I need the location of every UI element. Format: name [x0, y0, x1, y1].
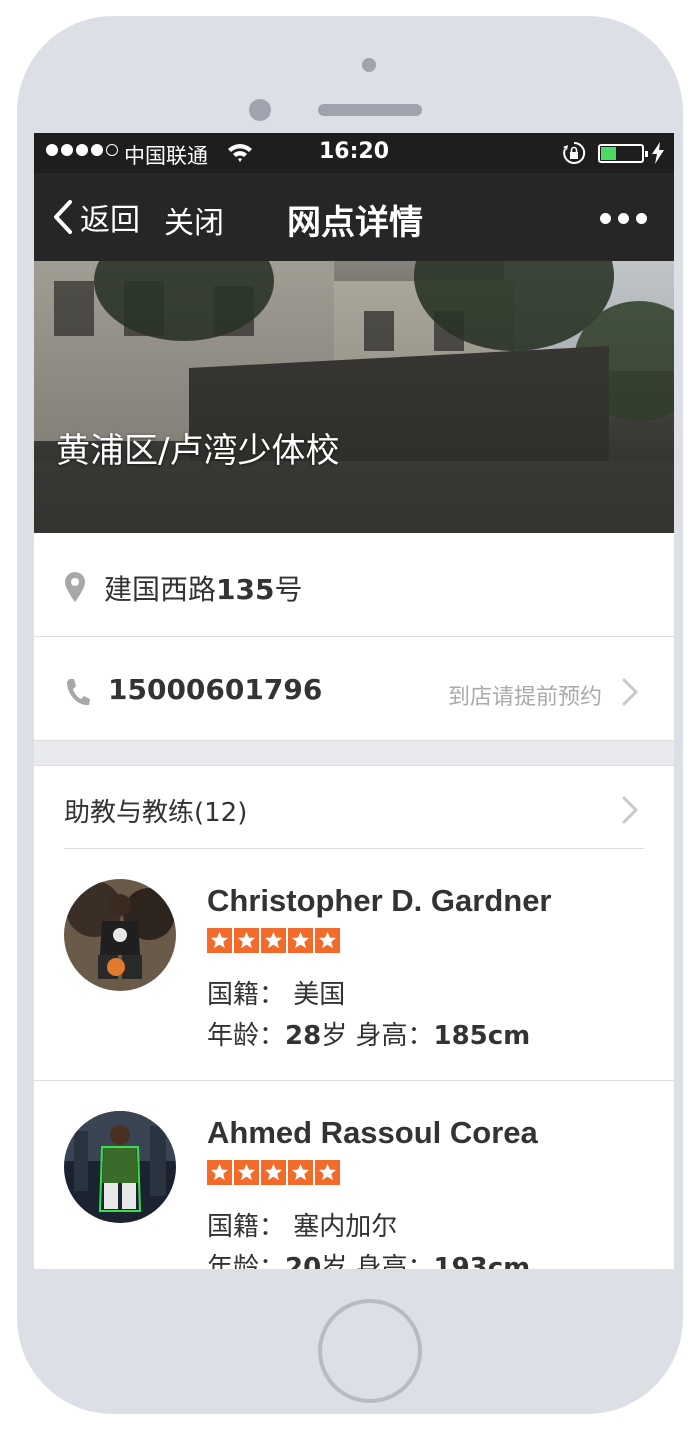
coach-age-height: 年龄：20岁 身高：193cm: [207, 1247, 530, 1269]
coach-age-height: 年龄：28岁 身高：185cm: [207, 1015, 530, 1052]
location-pin-icon: [65, 572, 85, 602]
star-icon: [315, 1160, 340, 1185]
rotation-lock-icon: [563, 141, 586, 164]
height-label: 身高：: [355, 1021, 434, 1051]
nationality-value: 塞内加尔: [293, 1212, 398, 1242]
coach-card[interactable]: Ahmed Rassoul Corea 国籍： 塞内加尔 年龄：20岁 身高：1…: [34, 1081, 674, 1269]
coach-nationality: 国籍： 塞内加尔: [207, 1206, 397, 1243]
star-icon: [288, 1160, 313, 1185]
nationality-value: 美国: [293, 980, 346, 1010]
age-label: 年龄：: [207, 1253, 286, 1269]
star-icon: [261, 1160, 286, 1185]
star-icon: [207, 1160, 232, 1185]
star-icon: [261, 928, 286, 953]
age-value: 20: [285, 1253, 322, 1269]
earpiece-speaker: [318, 104, 422, 116]
coach-card[interactable]: Christopher D. Gardner 国籍： 美国 年龄：28岁 身高：…: [34, 849, 674, 1081]
coach-name: Christopher D. Gardner: [207, 883, 552, 918]
star-icon: [234, 1160, 259, 1185]
address-row[interactable]: 建国西路135号: [34, 533, 674, 637]
page-title-text: 网点详情: [287, 203, 423, 243]
phone-icon: [67, 679, 90, 706]
more-dot-icon: [636, 213, 647, 224]
front-camera: [249, 99, 271, 121]
star-icon: [288, 928, 313, 953]
home-button[interactable]: [318, 1299, 422, 1403]
height-value: 193cm: [433, 1253, 531, 1269]
nationality-label: 国籍：: [207, 1212, 286, 1242]
coach-avatar: [64, 879, 176, 991]
address-street: 建国西路: [104, 573, 217, 606]
rating-stars: [207, 1160, 340, 1185]
phone-row[interactable]: 15000601796 到店请提前预约: [34, 637, 674, 741]
address-text: 建国西路135号: [104, 568, 302, 608]
coach-avatar: [64, 1111, 176, 1223]
venue-name: 黄浦区/卢湾少体校: [56, 431, 340, 471]
status-bar: 中国联通 16:20: [34, 133, 674, 173]
star-icon: [315, 928, 340, 953]
section-divider: [34, 741, 674, 766]
coach-name: Ahmed Rassoul Corea: [207, 1115, 538, 1150]
more-dot-icon: [600, 213, 611, 224]
address-number: 135: [216, 573, 275, 606]
charging-bolt-icon: [652, 142, 664, 164]
more-dot-icon: [618, 213, 629, 224]
page-title: 网点详情: [34, 195, 674, 244]
navigation-bar: 返回 关闭 网点详情: [34, 173, 674, 261]
address-suffix: 号: [274, 573, 303, 606]
coach-nationality: 国籍： 美国: [207, 974, 345, 1011]
coaches-header[interactable]: 助教与教练(12): [64, 767, 644, 849]
coaches-header-label: 助教与教练(12): [64, 798, 248, 828]
battery-icon: [598, 144, 648, 163]
chevron-right-icon: [622, 678, 639, 706]
age-unit: 岁: [321, 1253, 348, 1269]
booking-hint: 到店请提前预约: [447, 685, 602, 710]
screen: 中国联通 16:20 返回 关闭 网点详情 黄浦区/卢湾少体校 建国西路135号…: [34, 133, 674, 1269]
venue-photo: 黄浦区/卢湾少体校: [34, 261, 674, 533]
age-unit: 岁: [321, 1021, 348, 1051]
chevron-right-icon: [622, 796, 639, 824]
star-icon: [207, 928, 232, 953]
age-value: 28: [285, 1021, 322, 1051]
proximity-sensor: [362, 58, 376, 72]
phone-number: 15000601796: [108, 673, 323, 706]
more-options-button[interactable]: [600, 213, 647, 224]
rating-stars: [207, 928, 340, 953]
star-icon: [234, 928, 259, 953]
age-label: 年龄：: [207, 1021, 286, 1051]
height-label: 身高：: [355, 1253, 434, 1269]
height-value: 185cm: [433, 1021, 531, 1051]
nationality-label: 国籍：: [207, 980, 286, 1010]
